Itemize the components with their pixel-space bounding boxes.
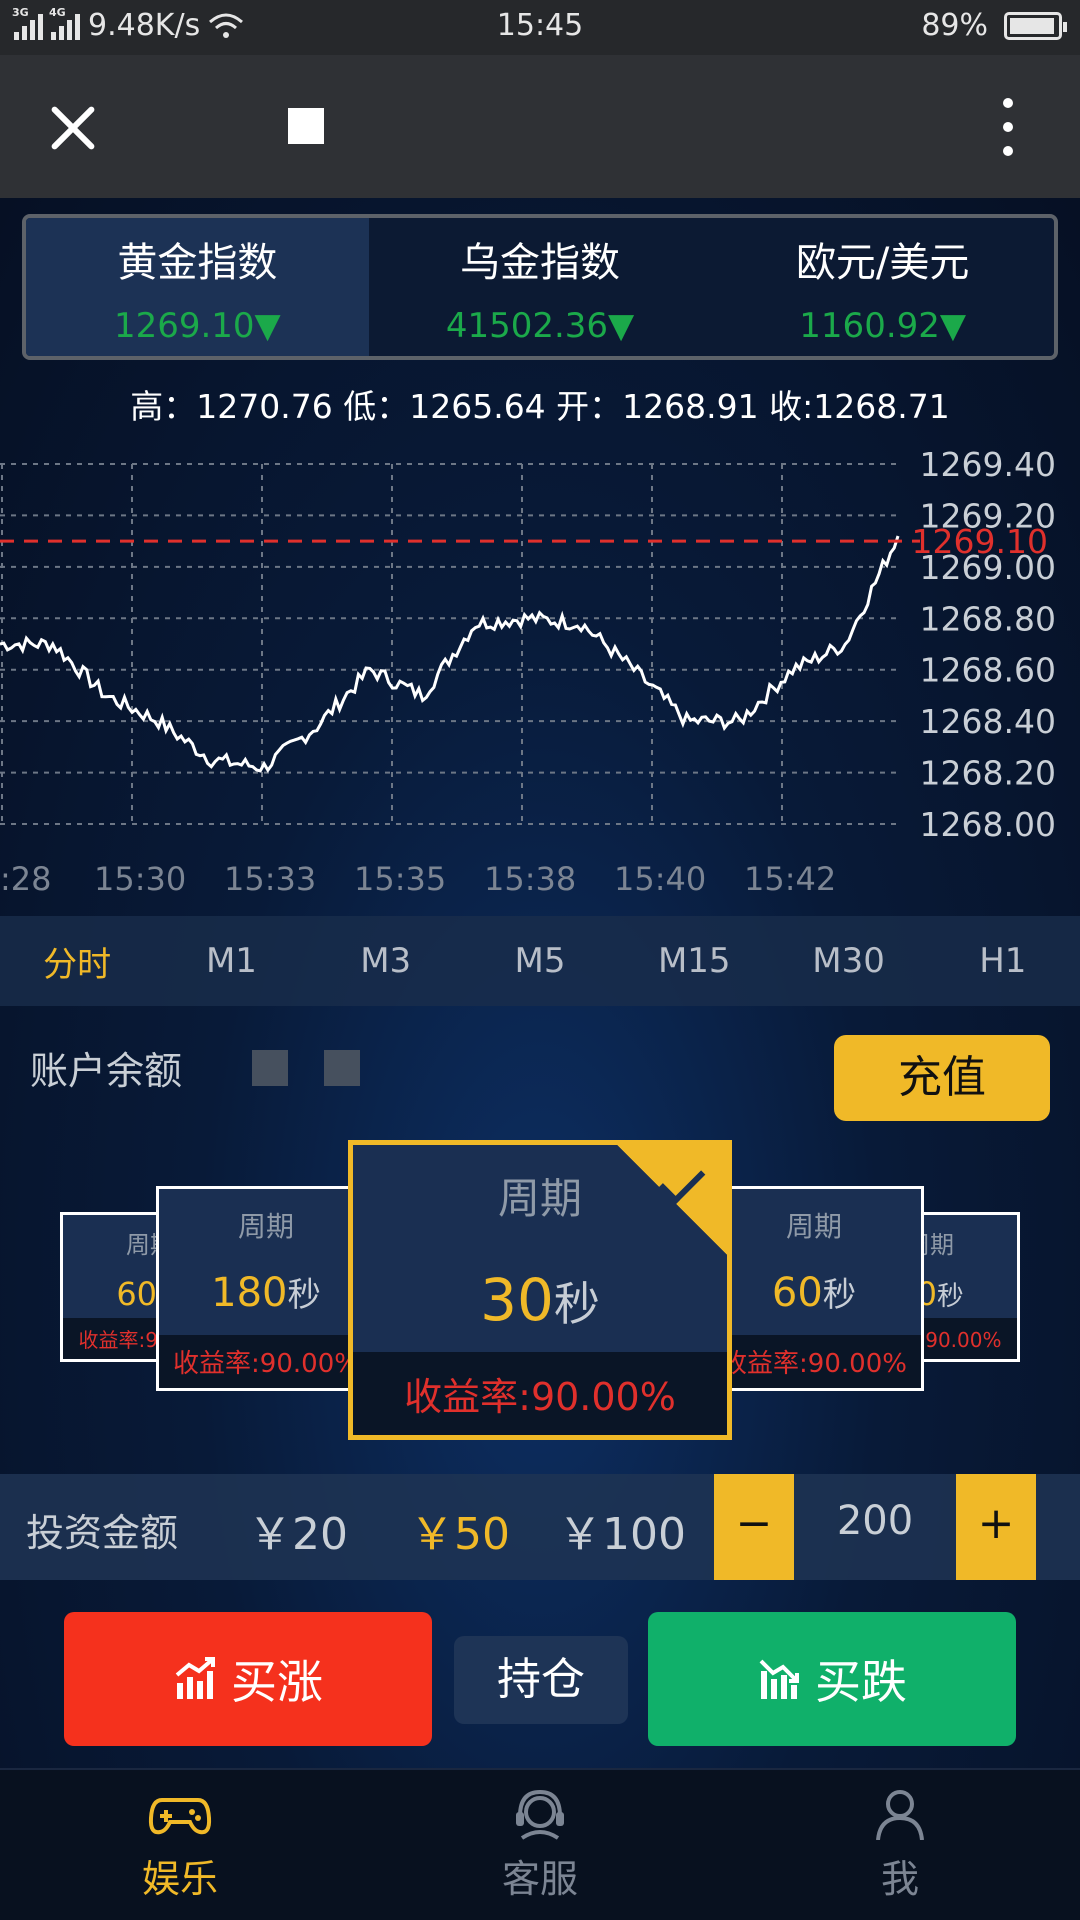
- current-price-label: 1269.10: [912, 522, 1048, 561]
- investment-bar: 投资金额 ￥20 ￥50 ￥100 − 200 +: [0, 1474, 1080, 1580]
- tab-m1[interactable]: M1: [154, 941, 308, 981]
- period-unit: 秒: [553, 1277, 600, 1331]
- amount-option-20[interactable]: ￥20: [248, 1498, 348, 1562]
- more-vertical-icon[interactable]: [1000, 98, 1016, 158]
- tab-price: 1269.10▼: [113, 306, 281, 346]
- tab-m15[interactable]: M15: [617, 941, 771, 981]
- buy-down-label: 买跌: [815, 1655, 907, 1709]
- holdings-button[interactable]: 持仓: [454, 1636, 628, 1724]
- status-bar: 3G 4G 9.48K/s 15:45 89%: [0, 0, 1080, 55]
- tab-price: 1160.92▼: [799, 306, 967, 346]
- price-line: [0, 535, 900, 773]
- balance-label: 账户余额: [30, 1049, 183, 1093]
- tab-price: 41502.36▼: [445, 306, 635, 346]
- x-tick-label: 15:42: [744, 860, 837, 898]
- amount-input[interactable]: 200: [794, 1498, 956, 1544]
- decrease-button[interactable]: −: [714, 1474, 794, 1580]
- x-tick-label: 15:38: [484, 860, 577, 898]
- nav-me[interactable]: 我: [720, 1770, 1080, 1920]
- y-tick-label: 1269.40: [920, 450, 1056, 484]
- chart-up-icon: [175, 1657, 215, 1699]
- nav-entertainment[interactable]: 娱乐: [0, 1770, 360, 1920]
- nav-label: 客服: [501, 1857, 578, 1901]
- app-bar: [0, 55, 1080, 198]
- user-icon: [876, 1790, 924, 1841]
- tab-m30[interactable]: M30: [771, 941, 925, 981]
- balance-mask: [252, 1050, 288, 1086]
- period-value: 60: [771, 1270, 823, 1316]
- tab-label: 乌金指数: [460, 240, 620, 286]
- ohlc-summary: 高：1270.76 低：1265.64 开：1268.91 收:1268.71: [130, 387, 950, 426]
- y-tick-label: 1268.00: [920, 805, 1056, 844]
- tab-fenshi[interactable]: 分时: [0, 937, 154, 986]
- tab-black-gold-index[interactable]: 乌金指数 41502.36▼: [369, 218, 712, 356]
- battery-icon: [1004, 11, 1067, 40]
- tab-m3[interactable]: M3: [309, 941, 463, 981]
- y-tick-label: 1268.60: [920, 651, 1056, 690]
- x-tick-label: :28: [0, 860, 52, 898]
- battery-percent: 89%: [921, 8, 988, 43]
- time-axis: :28 15:30 15:33 15:35 15:38 15:40 15:42: [0, 860, 1080, 910]
- close-icon[interactable]: [48, 103, 98, 153]
- y-tick-label: 1268.80: [920, 599, 1056, 638]
- chart-down-icon: [759, 1659, 799, 1699]
- recharge-button[interactable]: 充值: [834, 1035, 1050, 1121]
- x-tick-label: 15:35: [354, 860, 447, 898]
- period-unit: 秒: [822, 1275, 857, 1314]
- period-card-selected[interactable]: 周期 30秒 收益率:90.00%: [348, 1140, 732, 1440]
- period-label: 周期: [785, 1210, 842, 1243]
- period-rate: 收益率:90.00%: [353, 1352, 727, 1435]
- buy-up-button[interactable]: 买涨: [64, 1612, 432, 1746]
- period-value: 60: [116, 1275, 158, 1313]
- tab-label: 欧元/美元: [795, 240, 970, 286]
- period-unit: 秒: [937, 1281, 964, 1312]
- y-tick-label: 1268.40: [920, 702, 1056, 741]
- market-tabs: 黄金指数 1269.10▼ 乌金指数 41502.36▼ 欧元/美元 1160.…: [22, 214, 1058, 360]
- x-tick-label: 15:30: [94, 860, 187, 898]
- nav-label: 娱乐: [141, 1857, 218, 1901]
- price-chart: 1269.401269.201269.001268.801268.601268.…: [0, 450, 1056, 844]
- period-card[interactable]: 周期 180秒 收益率:90.00%: [156, 1186, 376, 1391]
- investment-label: 投资金额: [26, 1511, 179, 1555]
- gamepad-icon: [148, 1798, 212, 1835]
- tab-eur-usd[interactable]: 欧元/美元 1160.92▼: [711, 218, 1054, 356]
- clock: 15:45: [496, 8, 584, 43]
- balance-mask: [324, 1050, 360, 1086]
- buy-down-button[interactable]: 买跌: [648, 1612, 1016, 1746]
- period-label: 周期: [237, 1210, 294, 1243]
- timeframe-tabs: 分时 M1 M3 M5 M15 M30 H1: [0, 916, 1080, 1006]
- x-tick-label: 15:33: [224, 860, 317, 898]
- bottom-nav: 娱乐 客服 我: [0, 1768, 1080, 1920]
- nav-label: 我: [880, 1857, 919, 1901]
- tab-gold-index[interactable]: 黄金指数 1269.10▼: [26, 218, 369, 356]
- x-tick-label: 15:40: [614, 860, 707, 898]
- app-title-placeholder: [288, 108, 324, 144]
- period-card[interactable]: 周期 60秒 收益率:90.00%: [704, 1186, 924, 1391]
- nav-customer-service[interactable]: 客服: [360, 1770, 720, 1920]
- buy-up-label: 买涨: [231, 1655, 323, 1709]
- y-tick-label: 1268.20: [920, 754, 1056, 793]
- tab-m5[interactable]: M5: [463, 941, 617, 981]
- tab-label: 黄金指数: [117, 240, 278, 286]
- period-value: 30: [480, 1266, 554, 1334]
- increase-button[interactable]: +: [956, 1474, 1036, 1580]
- tab-h1[interactable]: H1: [926, 941, 1080, 981]
- amount-option-50[interactable]: ￥50: [410, 1498, 510, 1562]
- period-rate: 收益率:90.00%: [707, 1335, 921, 1388]
- period-unit: 秒: [287, 1275, 321, 1314]
- headset-icon: [516, 1789, 564, 1840]
- period-value: 180: [211, 1270, 288, 1316]
- amount-option-100[interactable]: ￥100: [558, 1498, 686, 1562]
- check-icon: [617, 1145, 727, 1255]
- period-rate: 收益率:90.00%: [159, 1335, 373, 1388]
